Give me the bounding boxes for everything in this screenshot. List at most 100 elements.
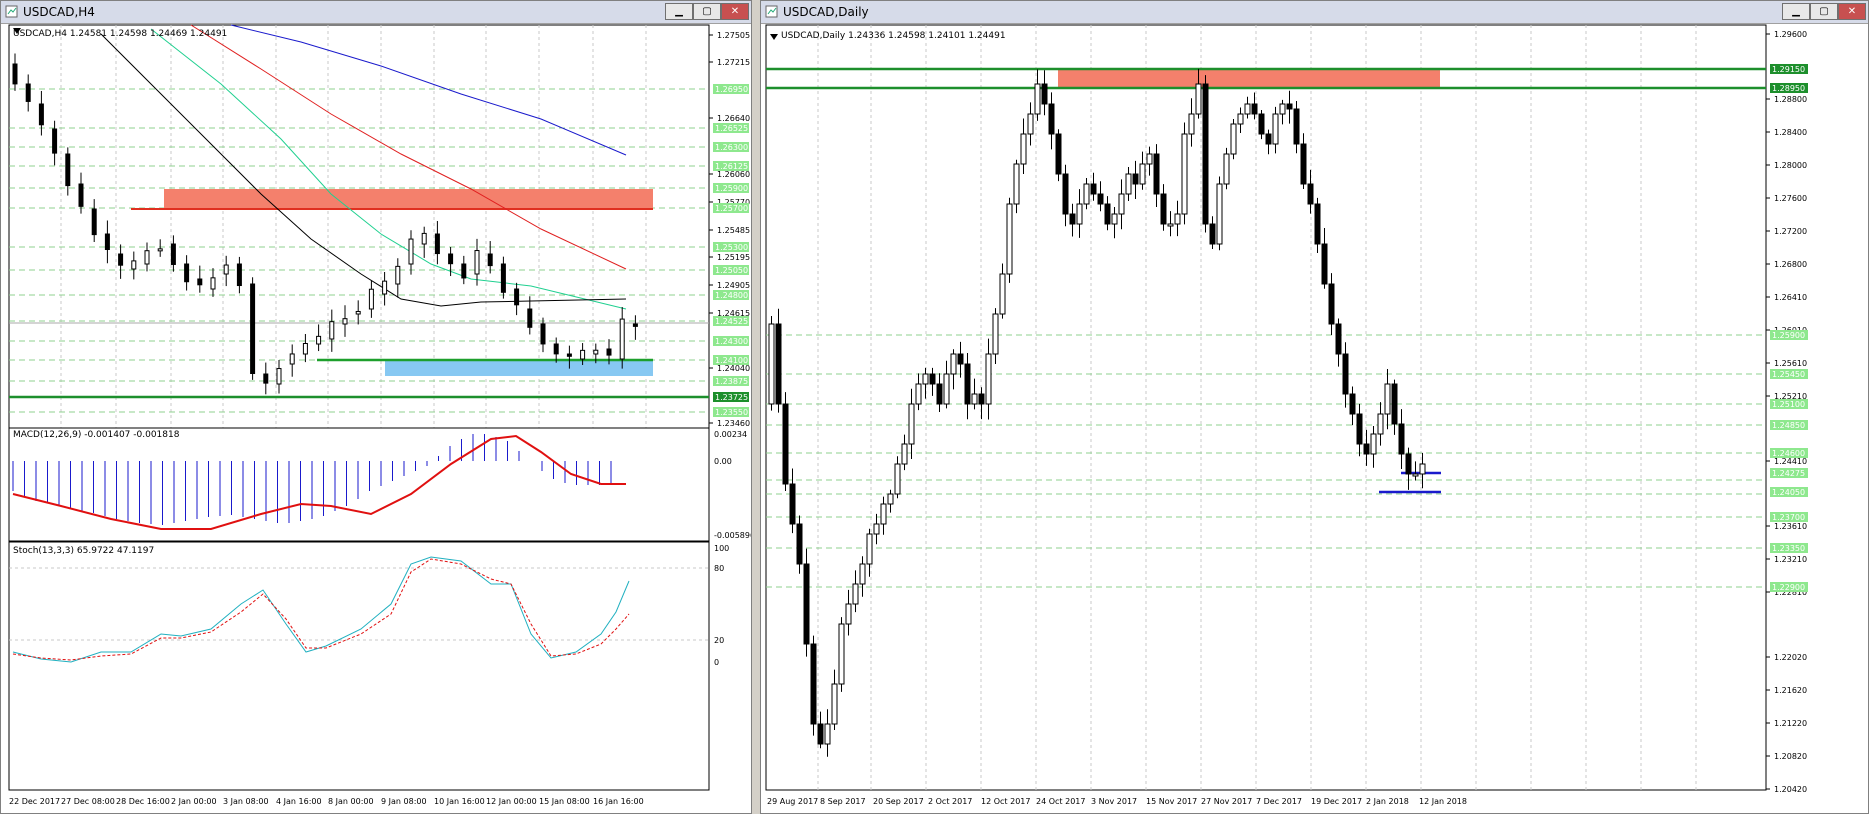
candle-body — [1174, 213, 1181, 225]
price-tick-label: 1.21220 — [1774, 719, 1807, 728]
h4-chart-canvas[interactable]: 1.275051.272151.266401.260601.257701.254… — [1, 24, 751, 813]
price-tick-label: 1.26640 — [717, 114, 750, 123]
candle-body — [1342, 353, 1349, 395]
candle-body — [1006, 203, 1013, 275]
candle-body — [382, 280, 388, 295]
minimize-button[interactable]: ▁ — [1782, 3, 1810, 20]
h4-chart-window[interactable]: USDCAD,H4 ▁ ▢ ✕ 1.27505 1.27215 1.26640 1.2… — [0, 0, 752, 814]
candle-body — [342, 318, 348, 325]
daily-chart-window[interactable]: USDCAD,Daily ▁ ▢ ✕ 1.29600 1.28800 1.28400… — [760, 0, 1869, 814]
stoch-tick-label: 80 — [714, 564, 724, 573]
macd-tick-label: 0.00 — [714, 457, 732, 466]
h4-window-title: USDCAD,H4 — [23, 5, 95, 19]
candle-body — [1244, 103, 1251, 115]
candle-body — [796, 523, 803, 565]
candle-body — [1146, 153, 1153, 165]
candle-body — [1237, 113, 1244, 125]
candle-body — [894, 463, 901, 495]
candle-body — [1209, 223, 1216, 245]
level-label: 1.23875 — [715, 377, 748, 386]
candle-body — [1230, 123, 1237, 155]
price-tick-label: 1.28400 — [1774, 128, 1807, 137]
level-label: 1.24300 — [715, 337, 748, 346]
candle-body — [1076, 203, 1083, 225]
price-tick-label: 1.23210 — [1774, 555, 1807, 564]
time-label: 12 Jan 2018 — [1419, 797, 1467, 806]
candle-body — [880, 503, 887, 525]
level-label: 1.26125 — [715, 162, 748, 171]
candle-body — [1013, 163, 1020, 205]
candle-body — [1090, 183, 1097, 195]
stoch-tick-label: 100 — [714, 544, 729, 553]
level-label: 1.24050 — [1772, 488, 1805, 497]
candle-body — [157, 248, 163, 252]
candle-body — [1391, 383, 1398, 425]
candle-body — [170, 243, 176, 265]
close-button[interactable]: ✕ — [721, 3, 749, 20]
candle-body — [118, 253, 124, 266]
candle-body — [408, 238, 414, 265]
candle-body — [395, 265, 401, 285]
price-tick-label: 1.27200 — [1774, 227, 1807, 236]
candle-body — [566, 353, 572, 357]
h4-header: USDCAD,H4 1.24581 1.24598 1.24469 1.2449… — [13, 29, 227, 39]
candle-body — [144, 250, 150, 265]
resistance-zone — [164, 189, 653, 209]
price-tick-label: 1.29600 — [1774, 30, 1807, 39]
candle-body — [1181, 133, 1188, 215]
maximize-button[interactable]: ▢ — [1810, 3, 1838, 20]
candle-body — [12, 63, 18, 85]
candle-body — [1139, 163, 1146, 185]
candle-body — [1111, 213, 1118, 225]
candle-body — [368, 288, 374, 310]
candle-body — [184, 263, 190, 283]
time-label: 2 Jan 00:00 — [171, 797, 217, 806]
minimize-button[interactable]: ▁ — [665, 3, 693, 20]
candle-body — [131, 260, 137, 270]
candle-body — [593, 349, 599, 355]
price-tick-label: 1.24905 — [717, 281, 750, 290]
daily-chart-canvas[interactable]: 1.29600 1.28800 1.28400 1.28000 1.27600 1.272… — [761, 24, 1868, 813]
time-label: 12 Jan 00:00 — [486, 797, 537, 806]
candle-body — [1055, 133, 1062, 175]
candle-body — [474, 250, 480, 275]
candle-body — [421, 232, 427, 245]
level-label: 1.25900 — [1772, 331, 1805, 340]
candle-body — [1034, 83, 1041, 115]
candle-body — [302, 343, 308, 355]
candle-body — [38, 103, 44, 126]
candle-body — [845, 603, 852, 625]
candle-body — [104, 233, 110, 251]
candle-body — [553, 343, 559, 355]
time-label: 2 Oct 2017 — [928, 797, 972, 806]
candle-body — [487, 253, 493, 267]
time-label: 16 Jan 16:00 — [593, 797, 644, 806]
candle-body — [1069, 213, 1076, 225]
price-tick-label: 1.23460 — [717, 419, 750, 428]
time-label: 7 Dec 2017 — [1256, 797, 1302, 806]
candle-body — [859, 563, 866, 585]
level-label: 1.28950 — [1772, 84, 1805, 93]
candle-body — [1132, 173, 1139, 185]
candle-body — [1370, 433, 1377, 455]
candle-body — [873, 523, 880, 535]
stoch-tick-label: 0 — [714, 658, 719, 667]
candle-body — [250, 283, 256, 375]
candle-body — [223, 264, 229, 275]
candle-body — [91, 208, 97, 236]
maximize-button[interactable]: ▢ — [693, 3, 721, 20]
level-label: 1.23550 — [715, 408, 748, 417]
close-button[interactable]: ✕ — [1838, 3, 1866, 20]
daily-price-axis: 1.29600 1.28800 1.28400 1.28000 1.27600 1.272… — [1766, 30, 1807, 794]
price-tick-label: 1.20820 — [1774, 752, 1807, 761]
daily-titlebar: USDCAD,Daily ▁ ▢ ✕ — [761, 1, 1868, 24]
candle-body — [950, 353, 957, 375]
candle-body — [908, 403, 915, 445]
candle-body — [197, 278, 203, 286]
candle-body — [1384, 383, 1391, 415]
candle-body — [971, 393, 978, 405]
price-tick-label: 1.26800 — [1774, 260, 1807, 269]
candle-body — [768, 323, 775, 405]
daily-resistance-zone — [1058, 69, 1440, 89]
candle-body — [1062, 173, 1069, 215]
